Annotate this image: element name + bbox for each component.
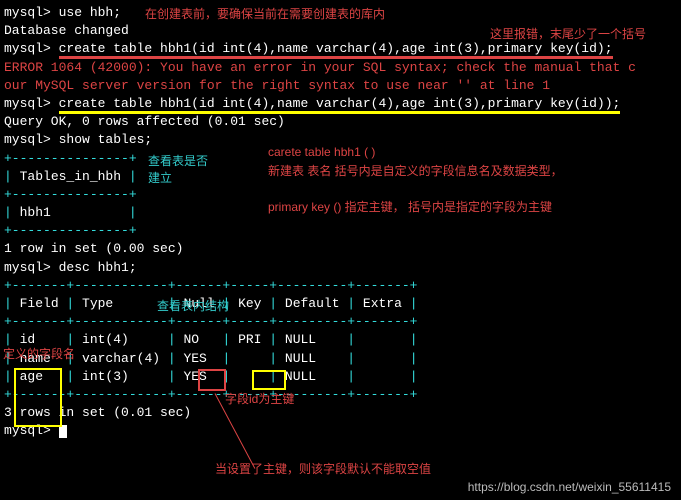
line-error2: our MySQL server version for the right s… <box>4 77 677 95</box>
line-create2: mysql> create table hbh1(id int(4),name … <box>4 95 677 113</box>
no-highlight-box <box>198 369 226 391</box>
table-border: +-------+------------+------+-----+-----… <box>4 277 677 295</box>
table-border: +---------------+ <box>4 222 677 240</box>
annotation-newtab: 新建表 表名 括号内是自定义的字段信息名及数据类型， <box>268 162 563 179</box>
error-underline: create table hbh1(id int(4),name varchar… <box>59 41 613 59</box>
annotation-pk-null: 当设置了主键，则该字段默认不能取空值 <box>215 460 431 477</box>
table-row: | id | int(4) | NO | PRI | NULL | | <box>4 331 677 349</box>
table-border: +-------+------------+------+-----+-----… <box>4 386 677 404</box>
table-row: | age | int(3) | YES | | NULL | | <box>4 368 677 386</box>
watermark: https://blog.csdn.net/weixin_55611415 <box>468 480 671 494</box>
cursor <box>59 425 67 438</box>
field-column-box <box>14 368 62 427</box>
annotation-field: 定义的字段名 <box>3 345 75 362</box>
line-desc: mysql> desc hbh1; <box>4 259 677 277</box>
line-create1: mysql> create table hbh1(id int(4),name … <box>4 40 677 58</box>
annotation-pk: primary key () 指定主键， 括号内是指定的字段为主键 <box>268 198 552 215</box>
annotation-idpk: 字段id为主键 <box>225 390 294 407</box>
success-underline: create table hbh1(id int(4),name varchar… <box>59 96 621 114</box>
line-rowcount: 1 row in set (0.00 sec) <box>4 240 677 258</box>
annotation-lib: 在创建表前，要确保当前在需要创建表的库内 <box>145 5 385 22</box>
annotation-desc: 查看表内结构 <box>157 297 229 314</box>
desc-header: | Field | Type | Null | Key | Default | … <box>4 295 677 313</box>
line-prompt[interactable]: mysql> <box>4 422 677 440</box>
table-row: | name | varchar(4) | YES | | NULL | | <box>4 350 677 368</box>
line-query-ok: Query OK, 0 rows affected (0.01 sec) <box>4 113 677 131</box>
annotation-error: 这里报错，末尾少了一个括号 <box>490 25 646 42</box>
table-border: +-------+------------+------+-----+-----… <box>4 313 677 331</box>
annotation-show: 查看表是否建立 <box>148 152 208 186</box>
pri-highlight-box <box>252 370 286 390</box>
annotation-carete: carete table hbh1 ( ) <box>268 145 375 159</box>
terminal-window: mysql> use hbh; Database changed mysql> … <box>0 0 681 445</box>
line-rowcount2: 3 rows in set (0.01 sec) <box>4 404 677 422</box>
line-error1: ERROR 1064 (42000): You have an error in… <box>4 59 677 77</box>
